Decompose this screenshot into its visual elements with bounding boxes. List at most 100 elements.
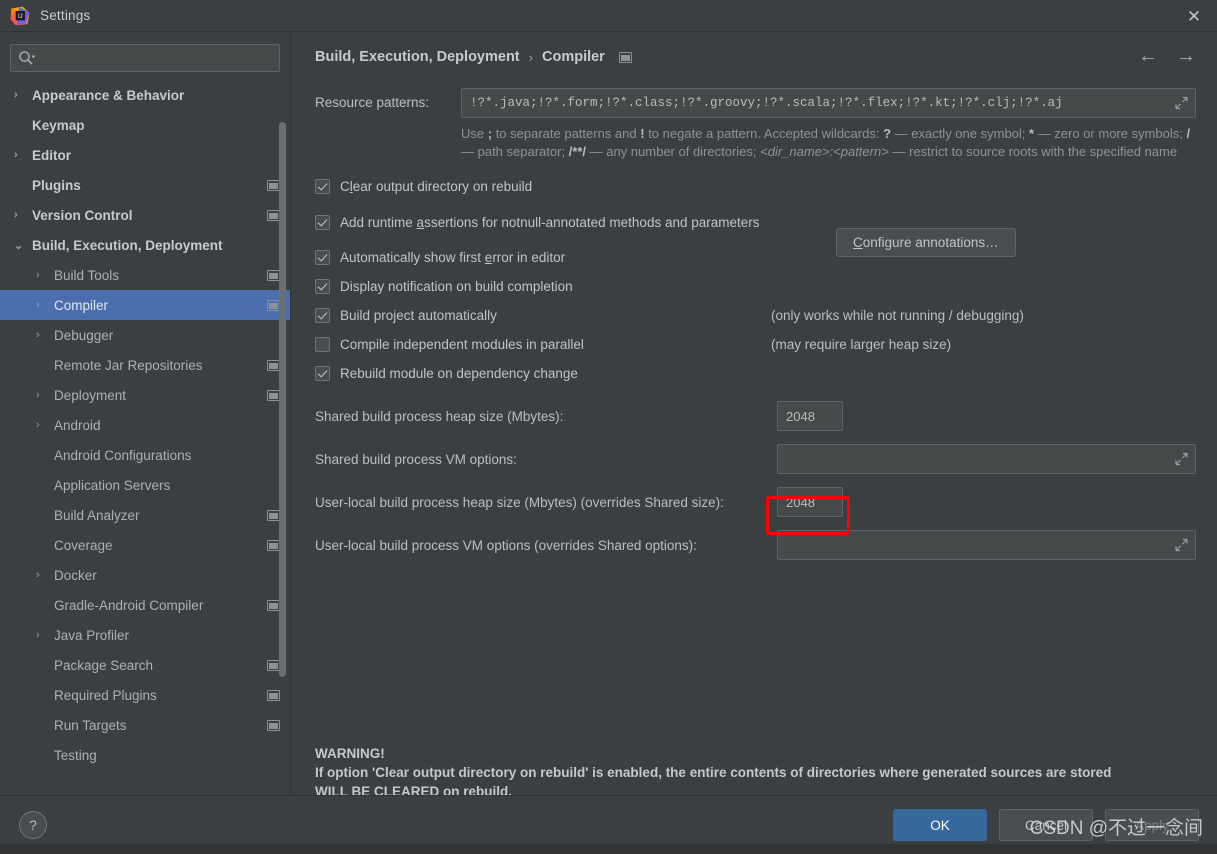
search-input[interactable]	[37, 50, 273, 66]
checkbox-row: Add runtime assertions for notnull-annot…	[315, 201, 1196, 243]
shared-heap-input[interactable]: 2048	[777, 401, 843, 431]
close-icon[interactable]: ✕	[1171, 0, 1217, 32]
breadcrumb-separator: ›	[528, 49, 533, 65]
hint-p4: — exactly one symbol;	[891, 126, 1030, 141]
checkbox-label-pre: C	[340, 179, 350, 194]
checkbox-label[interactable]: Rebuild module on dependency change	[340, 366, 578, 381]
sidebar-item-required-plugins[interactable]: ›Required Plugins	[0, 680, 290, 710]
checkbox-label-pre: Build project automatically	[340, 308, 497, 323]
hint-p5: — zero or more symbols;	[1034, 126, 1187, 141]
sidebar-item-appearance-behavior[interactable]: › Appearance & Behavior	[0, 80, 290, 110]
sidebar-item-label: Testing	[54, 747, 97, 763]
checkbox-compile-independent-modules-[interactable]	[315, 337, 330, 352]
sidebar-item-label: Keymap	[32, 117, 85, 133]
checkbox-label-pre: Display notification on build completion	[340, 279, 573, 294]
checkbox-c[interactable]	[315, 179, 330, 194]
forward-icon[interactable]: →	[1176, 46, 1196, 66]
sidebar-scrollbar-thumb[interactable]	[279, 122, 286, 677]
chevron-right-icon[interactable]: ›	[36, 629, 50, 641]
chevron-right-icon[interactable]: ›	[14, 149, 28, 161]
sidebar-item-label: Android	[54, 417, 101, 433]
checkbox-side-note: (may require larger heap size)	[771, 337, 952, 352]
sidebar-item-coverage[interactable]: ›Coverage	[0, 530, 290, 560]
intellij-idea-logo-icon: IJ	[10, 6, 30, 26]
checkbox-rebuild-module-on-dependency[interactable]	[315, 366, 330, 381]
checkbox-label[interactable]: Build project automatically	[340, 308, 497, 323]
shared-heap-label: Shared build process heap size (Mbytes):	[315, 408, 564, 424]
chevron-right-icon[interactable]: ›	[36, 329, 50, 341]
sidebar-item-java-profiler[interactable]: › Java Profiler	[0, 620, 290, 650]
checkbox-label-post: ssertions for notnull-annotated methods …	[424, 214, 760, 230]
user-local-vm-label: User-local build process VM options (ove…	[315, 537, 697, 553]
configure-annotations-button[interactable]: Configure annotations…	[836, 228, 1016, 257]
sidebar-item-run-targets[interactable]: ›Run Targets	[0, 710, 290, 740]
user-local-vm-input[interactable]	[777, 530, 1196, 560]
sidebar-item-application-servers[interactable]: ›Application Servers	[0, 470, 290, 500]
search-field[interactable]	[10, 44, 280, 72]
resource-patterns-input[interactable]: !?*.java;!?*.form;!?*.class;!?*.groovy;!…	[461, 88, 1196, 118]
expand-icon[interactable]	[1175, 96, 1188, 110]
sidebar-item-plugins[interactable]: ›Plugins	[0, 170, 290, 200]
project-setting-badge-icon	[267, 719, 280, 731]
sidebar-item-build-analyzer[interactable]: ›Build Analyzer	[0, 500, 290, 530]
sidebar-item-build-execution-deployment[interactable]: ⌄ Build, Execution, Deployment	[0, 230, 290, 260]
sidebar-item-build-tools[interactable]: › Build Tools	[0, 260, 290, 290]
expand-icon[interactable]	[1175, 538, 1188, 552]
hint-p7: — any number of directories;	[586, 144, 761, 159]
checkbox-label[interactable]: Clear output directory on rebuild	[340, 179, 532, 194]
sidebar-item-label: Android Configurations	[54, 447, 192, 463]
sidebar-item-label: Compiler	[54, 297, 109, 313]
checkbox-label-pre: Compile independent modules in parallel	[340, 337, 584, 352]
help-icon[interactable]: ?	[19, 811, 47, 839]
user-local-heap-size-input[interactable]: 2048	[777, 487, 843, 517]
sidebar-item-package-search[interactable]: ›Package Search	[0, 650, 290, 680]
checkbox-add-runtime[interactable]	[315, 214, 330, 230]
breadcrumb-root[interactable]: Build, Execution, Deployment	[315, 49, 520, 65]
back-icon[interactable]: ←	[1138, 46, 1158, 66]
sidebar-item-label: Run Targets	[54, 717, 127, 733]
chevron-right-icon[interactable]: ›	[36, 389, 50, 401]
bottom-strip	[0, 844, 1217, 854]
sidebar-item-android-configurations[interactable]: ›Android Configurations	[0, 440, 290, 470]
warning-block: WARNING! If option 'Clear output directo…	[315, 744, 1215, 801]
sidebar-item-debugger[interactable]: › Debugger	[0, 320, 290, 350]
chevron-down-icon[interactable]: ⌄	[14, 239, 28, 252]
sidebar-item-testing[interactable]: ›Testing	[0, 740, 290, 770]
project-setting-badge-icon	[618, 51, 632, 63]
sidebar-item-label: Build, Execution, Deployment	[32, 237, 223, 253]
sidebar-item-editor[interactable]: › Editor	[0, 140, 290, 170]
checkbox-build-project-automatically[interactable]	[315, 308, 330, 323]
checkbox-label[interactable]: Automatically show first error in editor	[340, 250, 565, 265]
chevron-right-icon[interactable]: ›	[14, 89, 28, 101]
sidebar-item-docker[interactable]: › Docker	[0, 560, 290, 590]
breadcrumb-leaf: Compiler	[541, 49, 605, 65]
dialog-body: ›Appearance & Behavior›Keymap›Editor›Plu…	[0, 32, 1217, 827]
sidebar-item-deployment[interactable]: › Deployment	[0, 380, 290, 410]
ok-button[interactable]: OK	[893, 809, 987, 841]
chevron-right-icon[interactable]: ›	[36, 569, 50, 581]
sidebar-item-compiler[interactable]: › Compiler	[0, 290, 290, 320]
sidebar-item-keymap[interactable]: ›Keymap	[0, 110, 290, 140]
sidebar-item-label: Java Profiler	[54, 627, 130, 643]
sidebar-item-gradle-android-compiler[interactable]: ›Gradle-Android Compiler	[0, 590, 290, 620]
sidebar-item-android[interactable]: › Android	[0, 410, 290, 440]
chevron-right-icon[interactable]: ›	[36, 419, 50, 431]
ok-label: OK	[930, 817, 950, 833]
chevron-right-icon[interactable]: ›	[36, 299, 50, 311]
checkbox-label[interactable]: Compile independent modules in parallel	[340, 337, 584, 352]
sidebar-item-label: Remote Jar Repositories	[54, 357, 203, 373]
expand-icon[interactable]	[1175, 452, 1188, 466]
checkbox-automatically-show-first[interactable]	[315, 250, 330, 265]
hint-b5: /	[1186, 126, 1191, 141]
checkbox-label-pre: Add runtime	[340, 214, 417, 230]
shared-vm-input[interactable]	[777, 444, 1196, 474]
checkbox-label[interactable]: Display notification on build completion	[340, 279, 573, 294]
sidebar-item-version-control[interactable]: › Version Control	[0, 200, 290, 230]
checkbox-label[interactable]: Add runtime assertions for notnull-annot…	[340, 215, 760, 230]
checkbox-display-notification-on-buil[interactable]	[315, 279, 330, 294]
sidebar-item-remote-jar-repositories[interactable]: ›Remote Jar Repositories	[0, 350, 290, 380]
chevron-right-icon[interactable]: ›	[36, 269, 50, 281]
checkbox-side-note: (only works while not running / debuggin…	[771, 308, 1024, 323]
chevron-right-icon[interactable]: ›	[14, 209, 28, 221]
checkbox-label-mnemonic: a	[416, 214, 425, 230]
